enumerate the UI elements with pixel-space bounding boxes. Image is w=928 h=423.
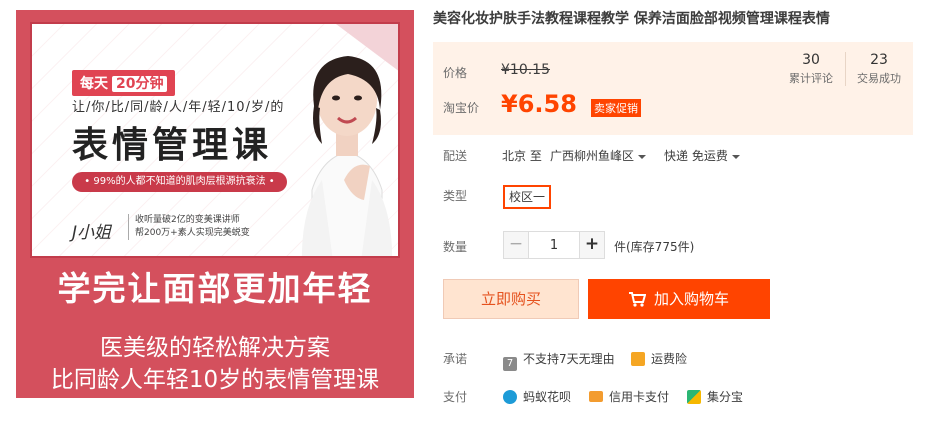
image-banner-sub-2: 比同龄人年轻10岁的表情管理课	[50, 367, 380, 393]
product-title: 美容化妆护肤手法教程课程教学 保养洁面脸部视频管理课程表情	[433, 11, 830, 27]
cart-icon	[628, 292, 646, 307]
guarantee-no-return-label: 不支持7天无理由	[523, 352, 615, 366]
daily-badge: 每天 20分钟	[72, 70, 176, 96]
payment-label: 支付	[443, 390, 468, 404]
add-to-cart-button[interactable]: 加入购物车	[588, 279, 770, 319]
image-banner-sub-1: 医美级的轻松解决方案	[100, 335, 330, 361]
guarantee-shipping-insurance-label: 运费险	[651, 352, 688, 366]
payment-credit-card-label: 信用卡支付	[609, 390, 670, 404]
original-price: ¥10.15	[501, 62, 550, 78]
reviews-stat[interactable]: 30 累计评论	[778, 52, 844, 86]
ship-destination: 广西柳州鱼峰区	[550, 149, 635, 163]
teacher-desc-line-1: 收听量破2亿的变美课讲师	[135, 215, 240, 225]
image-banner-main: 学完让面部更加年轻	[57, 269, 373, 308]
payment-jifenbao[interactable]: 集分宝	[687, 388, 743, 405]
price-label: 价格	[443, 66, 468, 80]
payment-huabei[interactable]: 蚂蚁花呗	[503, 388, 571, 405]
taobao-price-label: 淘宝价	[443, 101, 480, 115]
sku-option-campus-1[interactable]: 校区一	[503, 185, 551, 209]
guarantee-shipping-insurance[interactable]: 运费险	[631, 350, 687, 367]
image-frame: 每天 20分钟 让/你/比/同/龄/人/年/轻/10/岁/的 表情管理课 • 99…	[30, 22, 400, 258]
credit-card-icon	[589, 391, 603, 402]
quantity-decrease-button[interactable]: −	[503, 231, 529, 259]
shipping-label: 配送	[443, 149, 468, 163]
reviews-label: 累计评论	[789, 72, 833, 85]
deals-count: 23	[870, 52, 888, 68]
chevron-down-icon	[638, 154, 647, 159]
ship-fee-select[interactable]: 快递 免运费	[664, 147, 740, 164]
buy-now-button[interactable]: 立即购买	[443, 279, 579, 319]
price-panel: 价格 ¥10.15 淘宝价 ¥6.58 卖家促销 30 累计评论 23 交易成功	[433, 42, 913, 135]
teacher-desc: 收听量破2亿的变美课讲师 帮200万+素人实现完美蜕变	[128, 214, 275, 240]
image-tagline: 让/你/比/同/龄/人/年/轻/10/岁/的	[72, 100, 285, 115]
quantity-increase-button[interactable]: +	[579, 231, 605, 259]
promo-badge: 卖家促销	[591, 99, 641, 117]
quantity-label: 数量	[443, 240, 468, 254]
chevron-down-icon	[731, 154, 740, 159]
guarantee-no-return[interactable]: 7 不支持7天无理由	[503, 350, 615, 371]
no-return-icon: 7	[503, 357, 517, 371]
payment-jifenbao-label: 集分宝	[707, 390, 744, 404]
deals-label: 交易成功	[857, 72, 901, 85]
huabei-icon	[503, 390, 517, 404]
sku-label: 类型	[443, 189, 468, 203]
product-image[interactable]: 每天 20分钟 让/你/比/同/龄/人/年/轻/10/岁/的 表情管理课 • 99…	[16, 10, 414, 398]
payment-credit-card[interactable]: 信用卡支付	[589, 388, 669, 405]
ship-origin: 北京 至	[502, 149, 542, 163]
guarantee-label: 承诺	[443, 352, 468, 366]
reviews-count: 30	[802, 52, 820, 68]
teacher-name: J小姐	[72, 223, 112, 243]
promo-price: ¥6.58	[501, 90, 577, 118]
payment-huabei-label: 蚂蚁花呗	[523, 390, 572, 404]
ship-destination-select[interactable]: 广西柳州鱼峰区	[550, 147, 647, 164]
image-secret-bar: • 99%的人都不知道的肌肉层根源抗衰法 •	[72, 172, 287, 192]
jifenbao-icon	[687, 390, 701, 404]
teacher-portrait	[301, 56, 393, 256]
add-to-cart-label: 加入购物车	[653, 290, 729, 308]
deals-stat: 23 交易成功	[845, 52, 912, 86]
stock-text: 件(库存775件)	[614, 240, 695, 254]
image-course-title: 表情管理课	[72, 125, 273, 166]
ship-fee: 快递 免运费	[664, 149, 728, 163]
teacher-desc-line-2: 帮200万+素人实现完美蜕变	[135, 228, 250, 238]
shipping-insurance-icon	[631, 352, 645, 366]
quantity-input[interactable]: 1	[528, 231, 580, 259]
daily-badge-time: 20分钟	[112, 76, 168, 92]
